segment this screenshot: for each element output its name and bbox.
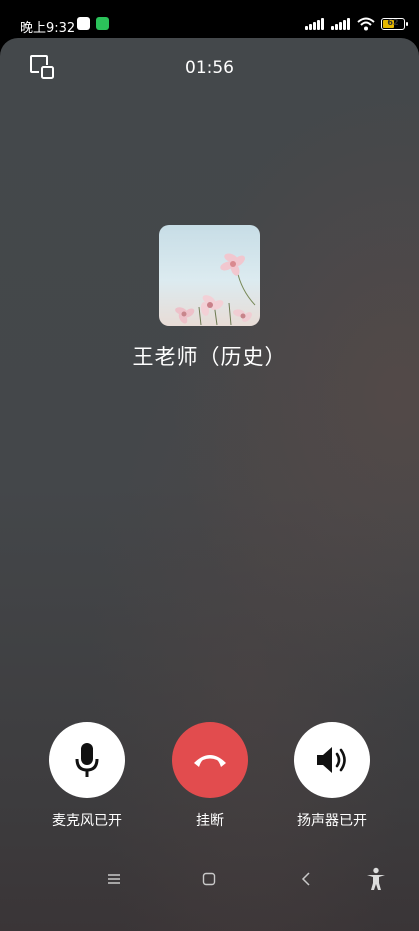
signal-icon — [305, 18, 325, 30]
menu-icon[interactable] — [100, 859, 128, 899]
accessibility-icon[interactable] — [362, 859, 390, 899]
battery-icon: 62 — [381, 18, 408, 30]
navigation-bar — [0, 859, 419, 899]
speaker-icon — [317, 747, 346, 773]
flower-avatar-image — [175, 253, 256, 326]
hang-up-icon — [194, 755, 226, 767]
speaker-button[interactable] — [294, 722, 370, 798]
microphone-icon — [75, 743, 99, 777]
speaker-control: 扬声器已开 — [272, 722, 392, 830]
microphone-label: 麦克风已开 — [52, 813, 122, 829]
hang-up-label: 挂断 — [196, 813, 224, 829]
status-bar: 晚上9:32 62 — [0, 0, 419, 38]
signal-icon — [331, 18, 351, 30]
home-icon[interactable] — [195, 859, 223, 899]
hang-up-button[interactable] — [172, 722, 248, 798]
wechat-icon — [96, 17, 109, 30]
hangup-control: 挂断 — [150, 722, 270, 830]
microphone-control: 麦克风已开 — [27, 722, 147, 830]
avatar — [159, 225, 260, 326]
speaker-label: 扬声器已开 — [297, 813, 367, 829]
wifi-icon — [357, 17, 375, 31]
call-screen: 01:56 王老师（历史） 麦克风已开 挂断 扬声器已开 — [0, 38, 419, 931]
microphone-button[interactable] — [49, 722, 125, 798]
battery-level: 62 — [387, 18, 399, 27]
back-icon[interactable] — [292, 859, 320, 899]
status-icons: 62 — [305, 17, 408, 31]
qq-icon — [77, 17, 90, 30]
status-time: 晚上9:32 — [20, 21, 76, 36]
call-duration: 01:56 — [185, 58, 234, 78]
contact-name: 王老师（历史） — [132, 345, 287, 369]
